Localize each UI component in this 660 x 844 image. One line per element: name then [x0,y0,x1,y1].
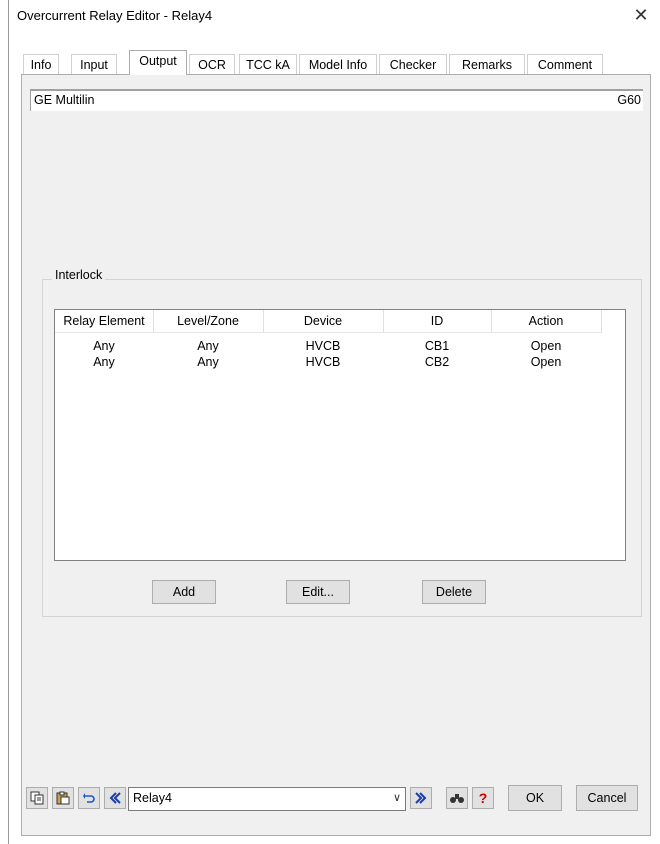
table-row-2-action[interactable]: Open [491,354,601,370]
interlock-group-label: Interlock [52,268,106,282]
help-icon[interactable]: ? [472,787,494,809]
column-header-action[interactable]: Action [491,310,602,333]
column-header-level-zone[interactable]: Level/Zone [153,310,264,333]
tab-model-info[interactable]: Model Info [299,54,377,75]
table-row-1-action[interactable]: Open [491,338,601,354]
tab-checker[interactable]: Checker [379,54,447,75]
cancel-button[interactable]: Cancel [576,785,638,811]
interlock-table[interactable]: Relay Element Level/Zone Device ID Actio… [54,309,626,561]
relay-editor-window: Overcurrent Relay Editor - Relay4 ✕ Info… [8,0,660,844]
window-title: Overcurrent Relay Editor - Relay4 [17,8,213,23]
add-button[interactable]: Add [152,580,216,604]
tab-input[interactable]: Input [71,54,117,75]
column-header-relay-element[interactable]: Relay Element [55,310,154,333]
model-label: G60 [617,93,641,107]
edit-button[interactable]: Edit... [286,580,350,604]
tab-ocr[interactable]: OCR [189,54,235,75]
tab-remarks[interactable]: Remarks [449,54,525,75]
table-row-2-level-zone[interactable]: Any [153,354,263,370]
copy-icon[interactable] [26,787,48,809]
find-icon[interactable] [446,787,468,809]
title-bar: Overcurrent Relay Editor - Relay4 ✕ [9,0,660,30]
table-row-2-device[interactable]: HVCB [263,354,383,370]
table-row-1-relay-element[interactable]: Any [55,338,153,354]
column-header-id[interactable]: ID [383,310,492,333]
relay-select-value: Relay4 [133,791,172,805]
vendor-model-field: GE Multilin G60 [30,89,643,111]
undo-icon[interactable] [78,787,100,809]
column-header-device[interactable]: Device [263,310,384,333]
chevron-down-icon: ∨ [392,792,401,804]
manufacturer-label: GE Multilin [34,93,95,107]
tab-info[interactable]: Info [23,54,59,75]
table-row-2-relay-element[interactable]: Any [55,354,153,370]
next-icon[interactable] [410,787,432,809]
table-row-1-level-zone[interactable]: Any [153,338,263,354]
tab-strip: Info Input Output OCR TCC kA Model Info … [23,50,643,75]
paste-icon[interactable] [52,787,74,809]
close-icon[interactable]: ✕ [621,0,660,30]
relay-select-dropdown[interactable]: Relay4 ∨ [128,787,406,811]
table-row-2-id[interactable]: CB2 [383,354,491,370]
tab-tcc-ka[interactable]: TCC kA [239,54,297,75]
ok-button[interactable]: OK [508,785,562,811]
tab-comment[interactable]: Comment [527,54,603,75]
table-row-1-id[interactable]: CB1 [383,338,491,354]
delete-button[interactable]: Delete [422,580,486,604]
tab-output[interactable]: Output [129,50,187,75]
previous-icon[interactable] [104,787,126,809]
output-tab-panel: GE Multilin G60 Interlock Relay Element … [21,74,651,836]
table-row-1-device[interactable]: HVCB [263,338,383,354]
